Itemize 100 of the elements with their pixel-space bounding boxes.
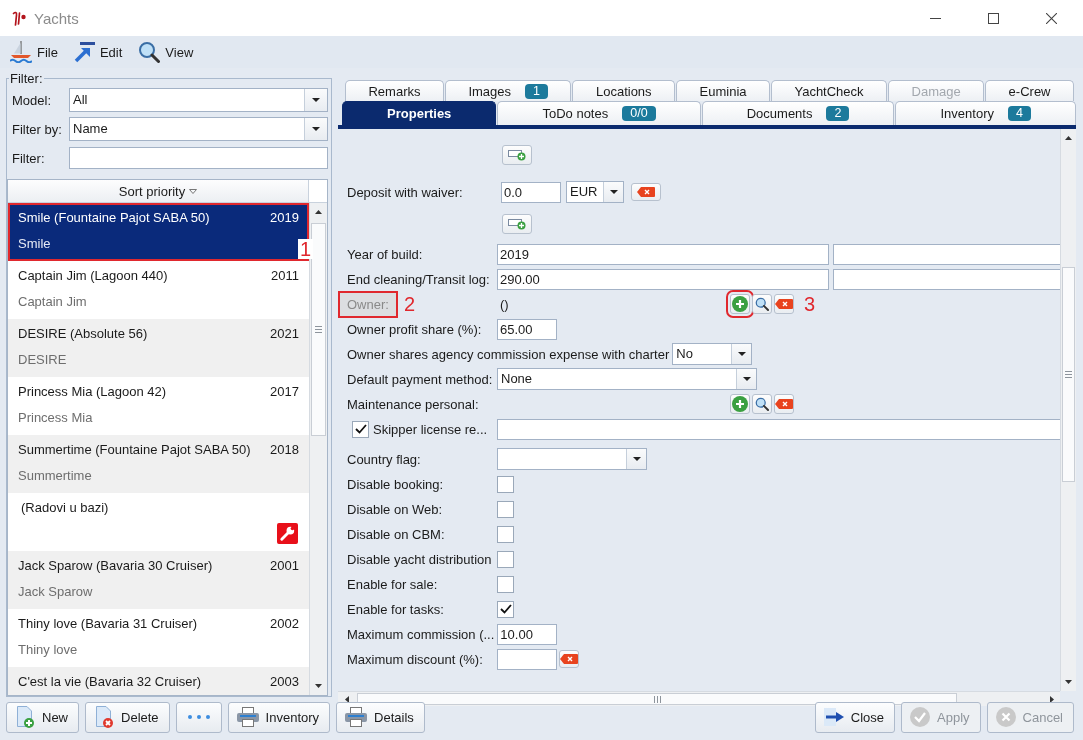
checkbox[interactable] xyxy=(497,600,514,618)
dropdown-field[interactable] xyxy=(497,448,647,470)
menu-item[interactable]: Edit xyxy=(69,38,127,66)
print-button[interactable]: Inventory xyxy=(227,701,331,733)
menu-item[interactable]: View xyxy=(134,38,198,66)
checkbox[interactable] xyxy=(497,500,514,518)
year-text: 2017 xyxy=(270,384,299,400)
text-field[interactable] xyxy=(833,268,1060,290)
field-label: Owner: xyxy=(340,292,396,316)
scrollbar-thumb[interactable] xyxy=(357,693,957,705)
column-header[interactable]: Sort priority xyxy=(8,180,309,202)
year-text: 2003 xyxy=(270,674,299,690)
tab[interactable]: YachtCheck xyxy=(771,80,888,101)
menu-item[interactable]: File xyxy=(6,38,62,66)
tab[interactable]: Inventory 4 xyxy=(895,101,1076,125)
dropdown-field[interactable]: EUR xyxy=(566,181,624,203)
sort-icon xyxy=(189,188,198,194)
search-button[interactable] xyxy=(752,294,772,314)
dropdown-field[interactable]: Name xyxy=(69,117,328,141)
clear-icon xyxy=(775,399,793,409)
yacht-subtitle: Jack Sparow xyxy=(18,584,93,599)
close-button[interactable]: Close xyxy=(814,701,895,733)
dropdown-field[interactable]: None xyxy=(497,368,757,390)
field-label: Maintenance personal: xyxy=(347,396,479,412)
field-label: Disable on Web: xyxy=(347,501,443,517)
arrow-down-icon xyxy=(315,684,322,688)
list-item[interactable]: Summertime (Fountaine Pajot SABA 50) 2018 Summertime xyxy=(8,435,309,493)
text-field[interactable]: 10.00 xyxy=(497,623,558,645)
print-button[interactable]: Details xyxy=(336,701,425,733)
text-field[interactable] xyxy=(833,243,1060,265)
close-icon[interactable] xyxy=(1045,12,1057,24)
yacht-name: Princess Mia (Lagoon 42) xyxy=(18,384,167,400)
text-field[interactable]: 65.00 xyxy=(497,318,557,340)
minimize-icon[interactable] xyxy=(929,17,941,19)
text-field[interactable] xyxy=(497,648,557,670)
checkbox[interactable] xyxy=(497,525,514,543)
clear-button[interactable] xyxy=(774,394,794,414)
clear-button[interactable] xyxy=(559,650,579,668)
yacht-name: C'est la vie (Bavaria 32 Cruiser) xyxy=(18,674,202,690)
field-label: Skipper license re... xyxy=(373,421,488,437)
add-row-button[interactable] xyxy=(502,214,532,234)
arrow-down-icon xyxy=(1065,680,1072,684)
delete-button[interactable]: Delete xyxy=(85,701,170,733)
yacht-subtitle: Captain Jim xyxy=(18,294,87,309)
scrollbar-thumb[interactable] xyxy=(1062,267,1075,482)
list-item[interactable]: DESIRE (Absolute 56) 2021 DESIRE xyxy=(8,319,309,377)
field-label: Default payment method: xyxy=(347,371,493,387)
dropdown-field[interactable]: All xyxy=(69,88,328,112)
count-badge: 2 xyxy=(826,106,850,121)
field-value: () xyxy=(500,296,509,312)
sailboat-icon xyxy=(10,41,32,63)
tab[interactable]: Euminia xyxy=(676,80,770,101)
scrollbar[interactable] xyxy=(309,203,327,695)
checkbox[interactable] xyxy=(497,550,514,568)
tab[interactable]: Documents 2 xyxy=(701,101,895,125)
new-document-icon xyxy=(15,706,35,728)
more-button[interactable] xyxy=(175,701,222,733)
text-field[interactable]: 290.00 xyxy=(497,268,829,290)
yacht-name: Jack Sparow (Bavaria 30 Cruiser) xyxy=(18,558,213,574)
caret-icon xyxy=(632,457,641,461)
delete-document-icon xyxy=(94,706,114,728)
text-field[interactable] xyxy=(497,418,1060,440)
field-label: Filter: xyxy=(12,150,45,166)
list-item[interactable]: C'est la vie (Bavaria 32 Cruiser) 2003 xyxy=(8,667,309,695)
new-button[interactable]: New xyxy=(6,701,79,733)
text-field[interactable]: 2019 xyxy=(497,243,829,265)
text-field[interactable] xyxy=(69,147,328,169)
checkbox[interactable] xyxy=(497,475,514,493)
add-row-icon xyxy=(508,149,526,161)
count-badge: 1 xyxy=(525,83,548,99)
add-row-button[interactable] xyxy=(502,145,532,165)
search-button[interactable] xyxy=(752,394,772,414)
field-label: Country flag: xyxy=(347,451,421,467)
tab[interactable]: Images 1 xyxy=(444,80,572,101)
field-label: Disable on CBM: xyxy=(347,526,445,542)
list-item[interactable]: Jack Sparow (Bavaria 30 Cruiser) 2001 Jack Sparow xyxy=(8,551,309,609)
caret-icon xyxy=(312,127,320,131)
scrollbar-thumb[interactable] xyxy=(311,223,326,436)
field-label: Owner profit share (%): xyxy=(347,321,482,337)
checkbox[interactable] xyxy=(352,420,369,438)
tab[interactable]: Locations xyxy=(572,80,676,101)
checkbox[interactable] xyxy=(497,575,514,593)
yacht-subtitle: Princess Mia xyxy=(18,410,93,425)
clear-button[interactable] xyxy=(631,183,661,201)
tab[interactable]: ToDo notes 0/0 xyxy=(497,101,701,125)
tab[interactable]: Properties xyxy=(342,101,497,125)
clear-button[interactable] xyxy=(774,294,794,314)
check-icon xyxy=(499,604,512,614)
maximize-icon[interactable] xyxy=(987,12,999,24)
tab[interactable]: Remarks xyxy=(345,80,444,101)
text-field[interactable]: 0.0 xyxy=(501,181,561,203)
dropdown-field[interactable]: No xyxy=(672,343,753,365)
tab[interactable]: e-Crew xyxy=(985,80,1074,101)
scrollbar[interactable] xyxy=(1060,129,1076,691)
field-label: Disable yacht distribution xyxy=(347,551,492,567)
caret-icon xyxy=(737,352,746,356)
clear-icon xyxy=(637,187,655,197)
callout-number: 1 xyxy=(298,239,314,259)
add-button[interactable] xyxy=(730,394,750,414)
add-row-icon xyxy=(508,218,526,230)
